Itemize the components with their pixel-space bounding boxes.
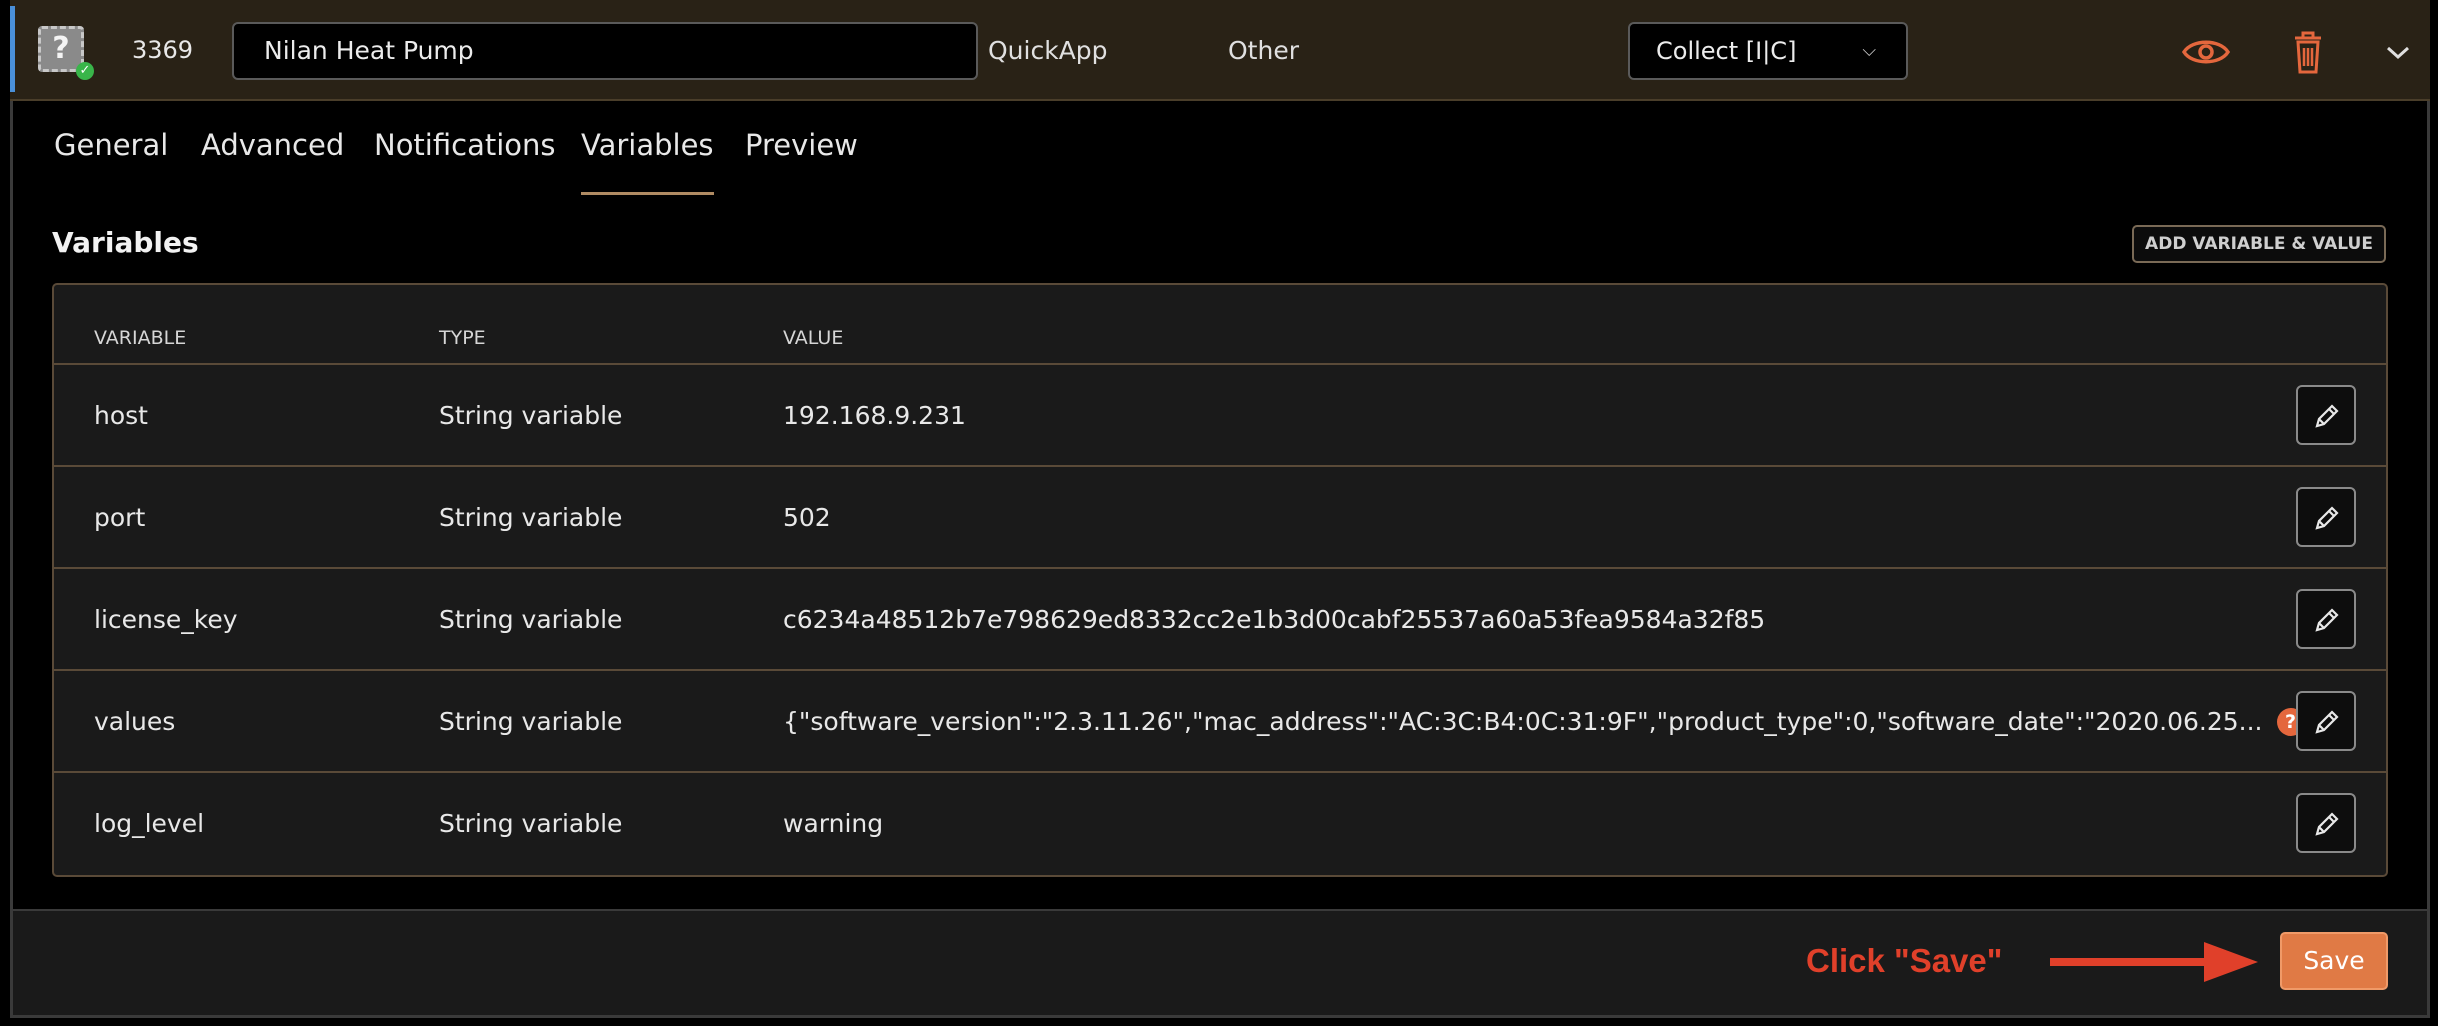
tab-advanced[interactable]: Advanced — [201, 128, 344, 192]
check-badge-icon: ✓ — [76, 62, 94, 80]
edit-button[interactable] — [2296, 793, 2356, 853]
variables-table: VARIABLE TYPE VALUE host String variable… — [52, 283, 2388, 877]
variable-name: license_key — [94, 605, 238, 634]
pencil-icon — [2315, 506, 2339, 530]
instruction-annotation: Click "Save" — [1806, 942, 2003, 979]
section-title: Variables — [52, 226, 199, 259]
table-row: host String variable 192.168.9.231 — [54, 365, 2386, 467]
variable-value: {"software_version":"2.3.11.26","mac_add… — [783, 707, 2263, 736]
edit-button[interactable] — [2296, 589, 2356, 649]
variable-name: port — [94, 503, 146, 532]
add-variable-button[interactable]: ADD VARIABLE & VALUE — [2132, 225, 2386, 263]
variable-value: 192.168.9.231 — [783, 401, 966, 430]
variable-name: values — [94, 707, 176, 736]
tab-general[interactable]: General — [54, 128, 168, 192]
expand-chevron-icon[interactable] — [2370, 26, 2426, 78]
eye-icon[interactable] — [2178, 26, 2234, 78]
tab-notifications[interactable]: Notifications — [374, 128, 556, 192]
device-room: Other — [1228, 36, 1299, 65]
table-row: license_key String variable c6234a48512b… — [54, 569, 2386, 671]
variable-value-cell: {"software_version":"2.3.11.26","mac_add… — [783, 707, 2305, 736]
device-type: QuickApp — [988, 36, 1108, 65]
column-header-type: TYPE — [439, 327, 486, 349]
table-header: VARIABLE TYPE VALUE — [54, 285, 2386, 365]
chevron-down-icon: ⌵ — [1862, 40, 1876, 61]
collect-mode-select[interactable]: Collect [I|C] ⌵ — [1628, 22, 1908, 80]
variable-type: String variable — [439, 707, 623, 736]
variable-name: host — [94, 401, 148, 430]
edit-button[interactable] — [2296, 691, 2356, 751]
pencil-icon — [2315, 404, 2339, 428]
variable-type: String variable — [439, 605, 623, 634]
table-row: log_level String variable warning — [54, 773, 2386, 875]
device-header: ? ✓ 3369 Nilan Heat Pump QuickApp Other … — [10, 0, 2430, 101]
column-header-value: VALUE — [783, 327, 844, 349]
variable-type: String variable — [439, 809, 623, 838]
edit-button[interactable] — [2296, 487, 2356, 547]
column-header-variable: VARIABLE — [94, 327, 187, 349]
header-accent-bar — [10, 6, 15, 92]
variable-value: warning — [783, 809, 884, 838]
variable-value: 502 — [783, 503, 831, 532]
device-icon: ? ✓ — [38, 26, 94, 82]
pencil-icon — [2315, 710, 2339, 734]
variable-name: log_level — [94, 809, 205, 838]
pencil-icon — [2315, 608, 2339, 632]
variable-value: c6234a48512b7e798629ed8332cc2e1b3d00cabf… — [783, 605, 1766, 634]
tab-variables[interactable]: Variables — [581, 128, 714, 195]
table-row: port String variable 502 — [54, 467, 2386, 569]
tab-preview[interactable]: Preview — [745, 128, 858, 192]
edit-button[interactable] — [2296, 385, 2356, 445]
variable-type: String variable — [439, 401, 623, 430]
device-name-input[interactable]: Nilan Heat Pump — [232, 22, 978, 80]
save-button[interactable]: Save — [2280, 932, 2388, 990]
trash-icon[interactable] — [2280, 26, 2336, 78]
device-id: 3369 — [132, 36, 194, 64]
variable-type: String variable — [439, 503, 623, 532]
collect-mode-value: Collect [I|C] — [1656, 37, 1797, 65]
table-row: values String variable {"software_versio… — [54, 671, 2386, 773]
arrow-icon — [2050, 942, 2258, 982]
pencil-icon — [2315, 812, 2339, 836]
